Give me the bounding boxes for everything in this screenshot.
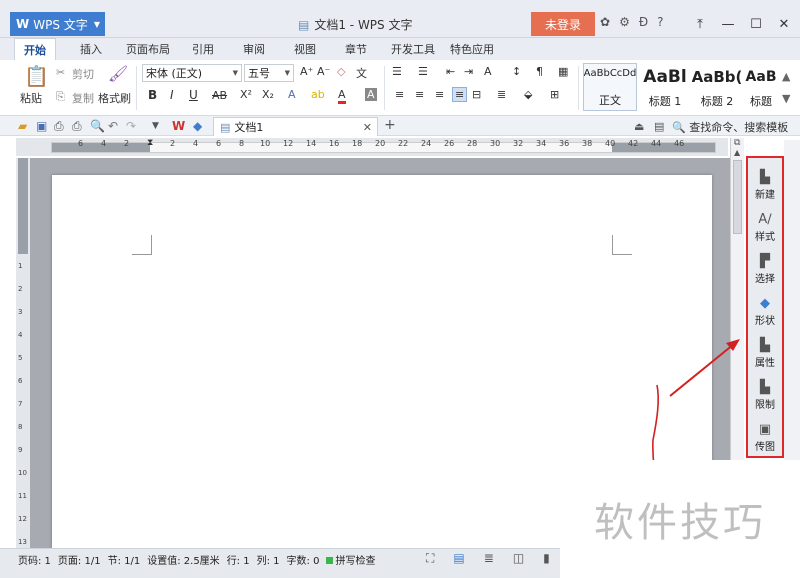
status-pages: 页面: 1/1 (57, 556, 101, 567)
status-section: 节: 1/1 (107, 556, 141, 567)
status-word-count[interactable]: 字数: 0 (287, 552, 320, 567)
page-view-icon[interactable]: ▤ (453, 551, 464, 566)
spell-check-toggle[interactable]: 拼写检查 (326, 552, 375, 567)
view-mode-buttons: ⛶ ▤ ≣ ◫ ▮ (426, 551, 550, 566)
status-setting: 设置值: 2.5厘米 (147, 556, 220, 567)
reading-view-icon[interactable]: ▮ (543, 551, 550, 566)
web-view-icon[interactable]: ◫ (513, 551, 524, 566)
annotation-arrow (669, 339, 740, 397)
status-info: 页码: 1 页面: 1/1 节: 1/1 设置值: 2.5厘米 行: 1 列: … (18, 552, 375, 567)
status-row: 行: 1 (226, 556, 250, 567)
status-page-number[interactable]: 页码: 1 (18, 552, 51, 567)
status-column: 列: 1 (256, 556, 280, 567)
spell-check-icon (326, 557, 334, 564)
spell-check-label: 拼写检查 (335, 556, 376, 567)
full-screen-icon[interactable]: ⛶ (426, 551, 434, 566)
watermark: 软件技巧 (560, 460, 800, 578)
watermark-text: 软件技巧 (594, 500, 766, 546)
outline-view-icon[interactable]: ≣ (484, 551, 494, 566)
